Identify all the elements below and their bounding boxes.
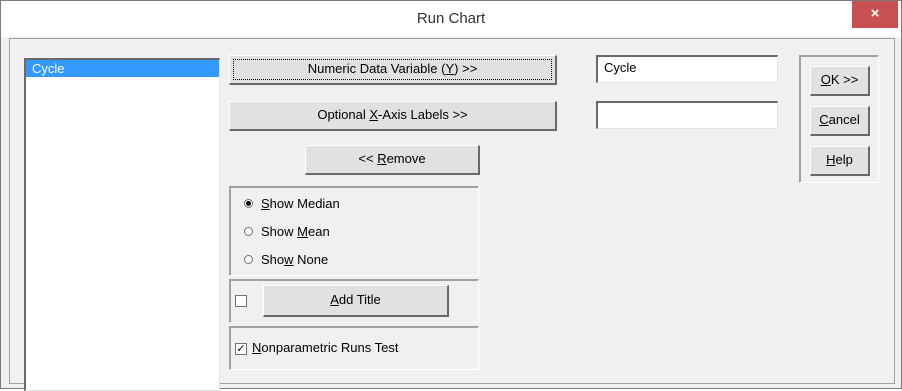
runs-test-group: ✓ Nonparametric Runs Test [229, 326, 479, 370]
nonparametric-runs-test-checkbox[interactable]: ✓ [235, 343, 247, 355]
numeric-data-variable-button[interactable]: Numeric Data Variable (Y) >> [229, 55, 557, 85]
show-median-option[interactable]: Show Median [244, 194, 340, 214]
help-button[interactable]: Help [810, 146, 870, 176]
add-title-checkbox[interactable] [235, 295, 247, 307]
display-options-group: Show Median Show Mean Show None [229, 186, 479, 276]
label-part: Sho [261, 252, 285, 267]
label-part: -Axis Labels >> [378, 107, 468, 122]
label-part: onparametric Runs Test [261, 340, 399, 355]
ok-button[interactable]: OK >> [810, 66, 870, 96]
label-hotkey: w [284, 252, 294, 267]
nonparametric-runs-test-label[interactable]: Nonparametric Runs Test [252, 340, 398, 355]
label-hotkey: A [330, 292, 339, 307]
add-title-button[interactable]: Add Title [263, 285, 449, 317]
focus-rect [233, 59, 552, 80]
show-median-radio[interactable] [244, 199, 253, 208]
label-hotkey: H [826, 152, 836, 167]
show-none-option[interactable]: Show None [244, 250, 328, 270]
label-hotkey: C [819, 112, 829, 127]
x-axis-labels-field[interactable] [596, 101, 778, 129]
title-bar: Run Chart × [1, 1, 901, 37]
window-title: Run Chart [416, 10, 486, 27]
label-part: elp [835, 152, 853, 167]
show-none-radio[interactable] [244, 255, 253, 264]
label-hotkey: S [261, 196, 270, 211]
run-chart-dialog: Run Chart × Cycle Numeric Data Variable … [0, 0, 902, 391]
numeric-data-variable-field[interactable]: Cycle [596, 55, 778, 83]
label-part: K >> [830, 72, 859, 87]
label-part: Show [261, 224, 298, 239]
label-part: dd Title [338, 292, 381, 307]
remove-button[interactable]: << Remove [305, 145, 480, 175]
label-part: << [358, 151, 378, 166]
dialog-client-area: Cycle Numeric Data Variable (Y) >> Optio… [9, 38, 895, 391]
show-mean-radio[interactable] [244, 227, 253, 236]
label-part: ean [307, 224, 330, 239]
label-part: None [293, 252, 329, 267]
check-icon: ✓ [236, 343, 246, 355]
label-hotkey: O [820, 72, 831, 87]
list-item[interactable]: Cycle [26, 60, 219, 77]
variables-listbox[interactable]: Cycle [24, 58, 220, 391]
label-hotkey: X [369, 107, 379, 122]
label-part: emove [386, 151, 426, 166]
show-mean-option[interactable]: Show Mean [244, 222, 330, 242]
right-button-panel: OK >> Cancel Help [799, 55, 879, 183]
optional-x-axis-labels-button[interactable]: Optional X-Axis Labels >> [229, 101, 557, 131]
close-icon: × [870, 5, 880, 22]
label-part: how Median [269, 196, 340, 211]
label-part: Optional [317, 107, 370, 122]
label-hotkey: M [297, 224, 308, 239]
cancel-button[interactable]: Cancel [810, 106, 870, 136]
close-button[interactable]: × [852, 1, 898, 28]
label-part: ancel [828, 112, 860, 127]
label-hotkey: N [252, 340, 262, 355]
label-hotkey: R [377, 151, 387, 166]
add-title-group: Add Title [229, 279, 479, 323]
